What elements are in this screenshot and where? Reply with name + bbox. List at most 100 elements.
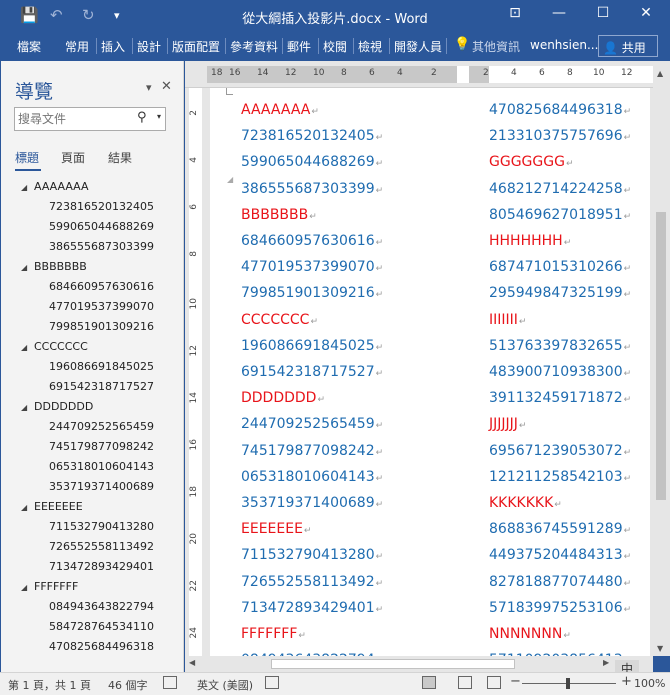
nav-tab-headings[interactable]: 標題 — [15, 149, 39, 166]
nav-heading-item[interactable]: ◢ EEEEEEE — [21, 500, 83, 513]
expand-collapse-icon[interactable]: ◢ — [21, 343, 34, 352]
doc-line-heading[interactable]: IIIIIII — [489, 308, 631, 334]
doc-line-heading[interactable]: GGGGGGG — [489, 150, 631, 176]
nav-heading-item[interactable]: ◢ CCCCCCC — [21, 340, 88, 353]
scroll-up-icon[interactable]: ▲ — [657, 69, 663, 78]
zoom-out-button[interactable]: − — [510, 674, 521, 689]
search-icon[interactable]: ⚲ — [137, 110, 147, 125]
tab-insert[interactable]: 插入 — [101, 38, 125, 55]
nav-subheading-item[interactable]: 723816520132405 — [49, 200, 154, 213]
tab-references[interactable]: 參考資料 — [230, 38, 278, 55]
doc-line-text[interactable]: 713472893429401 — [241, 596, 383, 622]
scroll-down-icon[interactable]: ▼ — [657, 644, 663, 653]
nav-heading-item[interactable]: ◢ DDDDDDD — [21, 400, 93, 413]
horizontal-scroll-thumb[interactable] — [271, 659, 515, 669]
read-mode-icon[interactable] — [422, 676, 436, 689]
expand-collapse-icon[interactable]: ◢ — [21, 583, 34, 592]
doc-line-heading[interactable]: NNNNNNN — [489, 622, 631, 648]
nav-pane-options-icon[interactable]: ▾ — [146, 81, 152, 94]
nav-tab-results[interactable]: 結果 — [108, 149, 132, 166]
proofing-icon[interactable] — [163, 676, 177, 689]
doc-line-text[interactable]: 513763397832655 — [489, 334, 631, 360]
nav-subheading-item[interactable]: 599065044688269 — [49, 220, 154, 233]
tab-layout[interactable]: 版面配置 — [172, 38, 220, 55]
minimize-icon[interactable]: — — [547, 5, 571, 25]
doc-line-text[interactable]: 121211258542103 — [489, 465, 631, 491]
doc-line-text[interactable]: 470825684496318 — [489, 98, 631, 124]
web-layout-icon[interactable] — [487, 676, 501, 689]
nav-heading-item[interactable]: ◢ BBBBBBB — [21, 260, 87, 273]
doc-line-text[interactable]: 599065044688269 — [241, 150, 383, 176]
print-layout-icon[interactable] — [458, 676, 472, 689]
doc-line-text[interactable]: 745179877098242 — [241, 439, 383, 465]
doc-line-text[interactable]: 684660957630616 — [241, 229, 383, 255]
doc-line-text[interactable]: 468212714224258 — [489, 177, 631, 203]
expand-collapse-icon[interactable]: ◢ — [21, 263, 34, 272]
doc-line-text[interactable]: 723816520132405 — [241, 124, 383, 150]
doc-line-text[interactable]: 295949847325199 — [489, 281, 631, 307]
document-page[interactable]: ◢ AAAAAAA7238165201324055990650446882693… — [210, 88, 650, 656]
doc-line-heading[interactable]: JJJJJJJ — [489, 412, 631, 438]
doc-line-text[interactable]: 084943643822794 — [241, 648, 383, 656]
expand-collapse-icon[interactable]: ◢ — [21, 403, 34, 412]
doc-line-text[interactable]: 711532790413280 — [241, 543, 383, 569]
horizontal-ruler[interactable]: 18 16 14 12 10 8 6 4 2 2 4 6 8 10 12 — [185, 61, 670, 88]
doc-line-heading[interactable]: CCCCCCC — [241, 308, 383, 334]
tab-view[interactable]: 檢視 — [358, 38, 382, 55]
doc-line-text[interactable]: 213310375757696 — [489, 124, 631, 150]
share-button[interactable]: 👤 共用 — [598, 35, 658, 57]
zoom-slider-thumb[interactable] — [566, 678, 570, 689]
doc-line-text[interactable]: 065318010604143 — [241, 465, 383, 491]
doc-line-text[interactable]: 687471015310266 — [489, 255, 631, 281]
doc-line-text[interactable]: 691542318717527 — [241, 360, 383, 386]
doc-line-text[interactable]: 353719371400689 — [241, 491, 383, 517]
doc-line-text[interactable]: 449375204484313 — [489, 543, 631, 569]
vertical-scroll-thumb[interactable] — [656, 212, 666, 500]
doc-line-heading[interactable]: BBBBBBB — [241, 203, 383, 229]
doc-line-text[interactable]: 571109203856413 — [489, 648, 631, 656]
nav-subheading-item[interactable]: 711532790413280 — [49, 520, 154, 533]
doc-line-text[interactable]: 477019537399070 — [241, 255, 383, 281]
scroll-left-icon[interactable]: ◀ — [189, 658, 195, 667]
ribbon-display-options-icon[interactable]: ⊡ — [503, 5, 527, 25]
doc-line-text[interactable]: 799851901309216 — [241, 281, 383, 307]
expand-collapse-icon[interactable]: ◢ — [21, 183, 34, 192]
doc-line-heading[interactable]: HHHHHHH — [489, 229, 631, 255]
zoom-level[interactable]: 100% — [634, 677, 665, 690]
doc-line-text[interactable]: 244709252565459 — [241, 412, 383, 438]
zoom-in-button[interactable]: + — [621, 674, 632, 689]
doc-line-text[interactable]: 386555687303399 — [241, 177, 383, 203]
tab-home[interactable]: 常用 — [65, 38, 89, 55]
nav-subheading-item[interactable]: 691542318717527 — [49, 380, 154, 393]
scroll-right-icon[interactable]: ▶ — [603, 658, 609, 667]
tell-me-search[interactable]: 其他資訊 — [472, 38, 520, 55]
nav-search-input[interactable] — [18, 110, 133, 128]
nav-heading-item[interactable]: ◢ AAAAAAA — [21, 180, 89, 193]
tab-file[interactable]: 檔案 — [17, 38, 41, 55]
maximize-icon[interactable]: ☐ — [591, 5, 615, 25]
search-dropdown-icon[interactable]: ▾ — [157, 112, 161, 121]
close-icon[interactable]: ✕ — [634, 5, 658, 25]
nav-subheading-item[interactable]: 745179877098242 — [49, 440, 154, 453]
doc-line-text[interactable]: 827818877074480 — [489, 570, 631, 596]
tab-design[interactable]: 設計 — [137, 38, 161, 55]
nav-subheading-item[interactable]: 684660957630616 — [49, 280, 154, 293]
horizontal-scrollbar[interactable]: ◀ ▶ — [185, 656, 653, 672]
doc-line-text[interactable]: 571839975253106 — [489, 596, 631, 622]
nav-subheading-item[interactable]: 470825684496318 — [49, 640, 154, 653]
doc-line-text[interactable]: 805469627018951 — [489, 203, 631, 229]
tab-developer[interactable]: 開發人員 — [394, 38, 442, 55]
macro-record-icon[interactable] — [265, 676, 279, 689]
nav-subheading-item[interactable]: 244709252565459 — [49, 420, 154, 433]
nav-search-box[interactable]: ⚲ ▾ — [14, 107, 166, 131]
nav-heading-item[interactable]: ◢ FFFFFFF — [21, 580, 78, 593]
nav-subheading-item[interactable]: 584728764534110 — [49, 620, 154, 633]
doc-line-heading[interactable]: EEEEEEE — [241, 517, 383, 543]
doc-line-text[interactable]: 726552558113492 — [241, 570, 383, 596]
page-count[interactable]: 第 1 頁，共 1 頁 — [8, 677, 91, 693]
language-indicator[interactable]: 英文 (美國) — [197, 677, 253, 693]
nav-subheading-item[interactable]: 196086691845025 — [49, 360, 154, 373]
doc-line-text[interactable]: 483900710938300 — [489, 360, 631, 386]
expand-collapse-icon[interactable]: ◢ — [21, 503, 34, 512]
doc-line-text[interactable]: 196086691845025 — [241, 334, 383, 360]
